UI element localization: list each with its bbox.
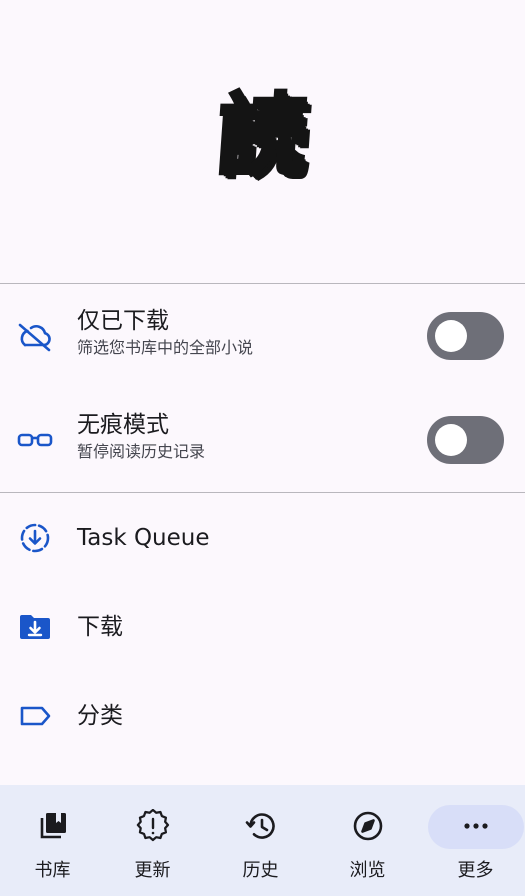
nav-browse[interactable]: 浏览 [315, 785, 420, 896]
incognito-subtitle: 暂停阅读历史记录 [77, 442, 206, 461]
task-queue-label: Task Queue [77, 525, 210, 551]
menu-item-task-queue[interactable]: Task Queue [0, 493, 525, 583]
history-icon [244, 809, 278, 843]
nav-updates-label: 更新 [134, 860, 171, 881]
downloaded-only-subtitle: 筛选您书库中的全部小说 [77, 338, 254, 357]
bottom-navigation: 书库 更新 历史 浏览 更多 [0, 785, 525, 896]
nav-updates[interactable]: 更新 [100, 785, 205, 896]
menu-item-downloads[interactable]: 下载 [0, 583, 525, 672]
nav-more-label: 更多 [457, 860, 494, 881]
download-progress-icon [16, 519, 54, 557]
nav-library[interactable]: 书库 [0, 785, 105, 896]
nav-history-label: 历史 [242, 860, 279, 881]
incognito-title: 无痕模式 [77, 412, 169, 438]
menu-item-categories[interactable]: 分类 [0, 672, 525, 761]
incognito-row[interactable]: 无痕模式 暂停阅读历史记录 [0, 388, 525, 492]
nav-history[interactable]: 历史 [208, 785, 313, 896]
label-icon [16, 697, 54, 735]
downloads-label: 下载 [77, 614, 123, 640]
downloaded-only-switch[interactable] [427, 312, 504, 360]
compass-icon [351, 809, 385, 843]
cloud-off-icon [16, 317, 54, 355]
library-icon [36, 809, 70, 843]
logo-glyph: 読 [213, 82, 312, 189]
categories-label: 分类 [77, 703, 123, 729]
nav-more[interactable]: 更多 [423, 785, 525, 896]
downloaded-only-title: 仅已下载 [77, 308, 169, 334]
app-logo: 読 [0, 0, 525, 283]
nav-browse-label: 浏览 [349, 860, 386, 881]
updates-badge-icon [136, 809, 170, 843]
downloaded-only-row[interactable]: 仅已下载 筛选您书库中的全部小说 [0, 284, 525, 388]
incognito-switch[interactable] [427, 416, 504, 464]
glasses-icon [16, 421, 54, 459]
more-dots-icon [459, 809, 493, 843]
nav-library-label: 书库 [34, 860, 71, 881]
switch-knob [435, 320, 467, 352]
switch-knob [435, 424, 467, 456]
download-folder-icon [16, 608, 54, 646]
